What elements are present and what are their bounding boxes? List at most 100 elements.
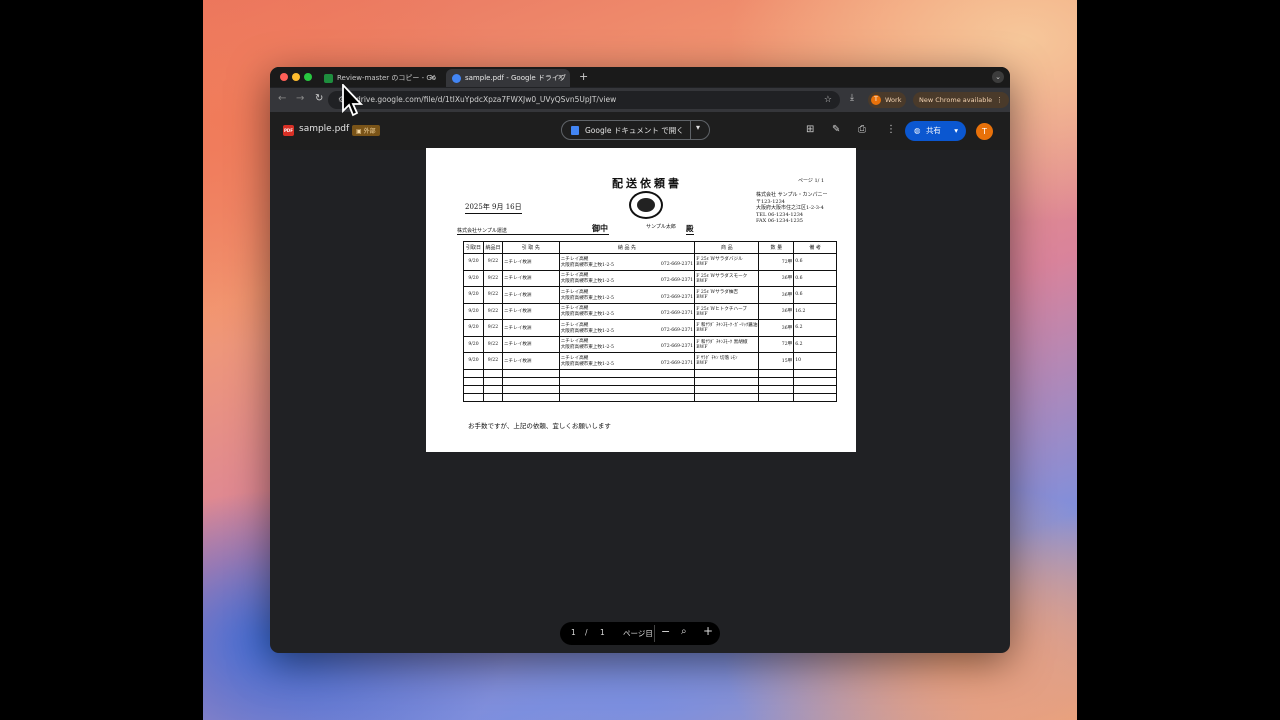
table-row: 9/20 9/22 ニチレイ枚洲 ニチレイ高槻 大阪府高槻市東上牧1-2-5 072-66… [463,352,837,370]
table-cell: F ｻﾗﾀﾞ ﾁｷﾝ 切落 ﾚﾓﾝ BWF [694,352,760,370]
pickup-location: ニチレイ枚洲 [503,259,532,265]
kebab-menu-icon: ⋮ [996,96,1004,104]
column-header: 納品日 [482,241,503,254]
reload-icon[interactable]: ↻ [315,93,323,104]
tab-search-chevron-icon[interactable]: ⌄ [992,71,1004,83]
table-row: 9/20 9/22 ニチレイ枚洲 ニチレイ高槻 大阪府高槻市東上牧1-2-5 072-66… [463,253,837,271]
table-cell: 36甲 [758,269,795,287]
table-cell [758,376,795,386]
column-header: 数 量 [758,241,795,254]
profile-chip[interactable]: T Work [868,92,907,108]
zoom-search-icon[interactable]: ⌕ [681,626,687,637]
table-cell: 0.6 [793,269,837,287]
pickup-location: ニチレイ枚洲 [503,358,532,364]
maximize-window-button[interactable] [304,73,312,81]
sender-line: FAX 06-1234-1235 [756,218,803,224]
add-comment-icon[interactable]: ✎ [832,124,840,135]
table-cell: 9/22 [482,302,503,320]
back-arrow-icon[interactable]: ← [278,93,286,104]
table-row: 9/20 9/22 ニチレイ枚洲 ニチレイ高槻 大阪府高槻市東上牧1-2-5 072-66… [463,286,837,304]
table-cell: 15甲 [758,352,795,370]
table-cell: ニチレイ枚洲 [501,269,560,287]
address-bar[interactable]: ⚙ drive.google.com/file/d/1tIXuYpdcXpza7… [328,91,840,109]
close-tab-icon[interactable]: ✕ [557,73,564,82]
new-tab-button[interactable]: + [579,70,588,83]
pickup-date: 9/20 [468,308,479,314]
table-cell: 16.2 [793,302,837,320]
minimize-window-button[interactable] [292,73,300,81]
table-cell [501,392,560,402]
table-cell: 10 [793,352,837,370]
table-cell [463,392,484,402]
dest-tel: 072-669-2371 [660,294,694,300]
table-cell [463,376,484,386]
download-icon[interactable]: ⤓ [850,93,854,103]
forward-arrow-icon[interactable]: → [296,93,304,104]
table-cell: ニチレイ高槻 大阪府高槻市東上牧1-2-5 072-669-2371 [558,319,696,337]
tab-title: Review-master のコピー - Go [337,74,437,82]
note: 0.6 [795,259,803,265]
account-avatar[interactable]: T [976,123,993,140]
delivery-table: 引取日 納品日 引 取 先 納 品 先 商 品 数 量 備 考 9/20 9/22… [463,241,837,402]
bookmark-star-icon[interactable]: ☆ [824,91,832,109]
share-dropdown-icon[interactable]: ▾ [954,121,958,141]
pickup-date: 9/20 [468,341,479,347]
table-cell [758,384,795,394]
table-cell [482,392,503,402]
more-actions-icon[interactable]: ⋮ [886,124,896,135]
print-icon[interactable]: ⎙ [858,124,866,135]
pickup-date: 9/20 [468,292,479,298]
page-separator: / [585,628,588,637]
table-cell: 9/22 [482,286,503,304]
table-cell: 0.6 [793,253,837,271]
table-cell: 0.6 [793,286,837,304]
quantity: 36甲 [781,309,793,315]
open-with-dropdown-icon[interactable]: ▾ [696,123,700,132]
open-with-docs-button[interactable]: Google ドキュメント で開く ▾ [561,120,710,140]
toolbar: ← → ↻ ⚙ drive.google.com/file/d/1tIXuYpd… [270,88,1010,112]
table-cell [558,392,696,402]
current-page[interactable]: 1 [571,628,576,637]
dest-tel: 072-669-2371 [660,344,694,350]
column-header: 引 取 先 [501,241,560,254]
tab-review-master[interactable]: Review-master のコピー - Go ✕ [318,69,442,87]
tab-strip: Review-master のコピー - Go ✕ sample.pdf - G… [270,67,1010,87]
add-to-drive-icon[interactable]: ⊞ [806,124,814,135]
sender-line: 株式会社 サンプル・カンパニー [756,192,828,198]
empty-table-row [463,376,837,386]
table-cell: F 25ℓ Wヒトクチハーブ BWF [694,302,760,320]
table-cell [793,392,837,402]
zoom-out-icon[interactable]: − [661,625,670,638]
table-cell: ニチレイ高槻 大阪府高槻市東上牧1-2-5 072-669-2371 [558,269,696,287]
pickup-date: 9/20 [468,275,479,281]
delivery-date: 9/22 [487,358,499,364]
table-cell: ニチレイ枚洲 [501,352,560,370]
footer-note: お手数ですが、上記の依頼、宜しくお願いします [468,422,611,430]
drive-viewer-header: PDF sample.pdf ▣ 外部 Google ドキュメント で開く ▾ … [270,112,1010,150]
page-navigator: 1 / 1 ページ目 − ⌕ + [560,622,720,645]
product-sub: BWF [696,344,708,350]
table-cell [501,376,560,386]
share-button[interactable]: ◍ 共有 ▾ [905,121,966,141]
table-cell: F 25ℓ Wサラダ柚吉 BWF [694,286,760,304]
table-cell: 9/20 [463,335,484,353]
pickup-date: 9/20 [468,358,479,364]
zoom-in-icon[interactable]: + [703,624,713,638]
table-cell [482,376,503,386]
table-row: 9/20 9/22 ニチレイ枚洲 ニチレイ高槻 大阪府高槻市東上牧1-2-5 072-66… [463,319,837,337]
table-cell: 9/22 [482,253,503,271]
table-cell: 9/20 [463,253,484,271]
table-body: 9/20 9/22 ニチレイ枚洲 ニチレイ高槻 大阪府高槻市東上牧1-2-5 072-66… [463,253,837,402]
tab-sample-pdf[interactable]: sample.pdf - Google ドライブ ✕ [446,69,570,87]
pdf-file-icon: PDF [283,125,294,136]
close-window-button[interactable] [280,73,288,81]
close-tab-icon[interactable]: ✕ [429,73,436,82]
file-name: sample.pdf [299,124,350,134]
pickup-location: ニチレイ枚洲 [503,342,532,348]
update-chrome-button[interactable]: New Chrome available ⋮ [913,92,1010,108]
table-cell: ニチレイ高槻 大阪府高槻市東上牧1-2-5 072-669-2371 [558,302,696,320]
pdf-page: 配送依頼書 ページ 1/ 1 株式会社 サンプル・カンパニー 〒123-1234… [426,148,856,452]
recipient-person: サンプル太郎 [646,224,676,230]
google-docs-icon [571,126,579,135]
quantity: 36甲 [781,325,793,331]
